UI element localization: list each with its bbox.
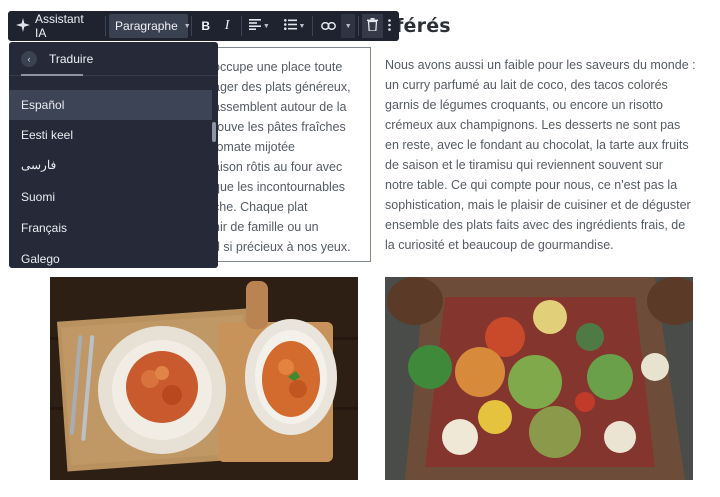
language-option-fa[interactable]: فارسی [9,150,212,180]
text-line: en reste, avec le fondant au chocolat, l… [385,138,689,152]
text-line: ensemble des plats faits avec des ingréd… [385,218,686,232]
text-line: Nous avons aussi un faible pour les save… [385,58,696,72]
italic-icon: I [224,18,230,33]
text-line: sophistication, mais le plaisir de cuisi… [385,198,691,212]
language-label: Galego [21,252,60,266]
delete-button[interactable] [361,14,384,38]
text-line: aison rôtis au four avec [213,160,343,174]
language-label: Español [21,98,65,112]
list-icon [283,19,297,33]
table-dishes-photo[interactable] [385,277,693,480]
text-line: crémeux aux champignons. Les desserts ne… [385,118,681,132]
chevron-left-icon: ‹ [27,53,31,64]
chevron-down-icon: ▼ [183,22,191,30]
text-line: d si précieux à nos yeux. [213,240,351,254]
text-line: nir de famille ou un [213,220,319,234]
left-text-block[interactable]: occupe une place toute ager des plats gé… [210,47,371,262]
scrolled-item-fragment [21,73,91,77]
align-icon [248,19,261,33]
language-option-es[interactable]: Español [9,90,212,120]
text-line: garnis de légumes croquants, ou encore u… [385,98,663,112]
italic-button[interactable]: I [216,14,237,38]
link-button[interactable] [316,14,341,38]
align-dropdown-button[interactable]: ▼ [245,14,274,38]
dropdown-scrollbar[interactable] [212,122,216,142]
text-formatting-toolbar: Assistant IA Paragraphe ▼ B I ▼ ▼ ▼ [8,11,399,41]
translate-language-menu: ‹ Traduire Español Eesti keel فارسی Suom… [9,42,218,268]
text-line: che. Chaque plat [213,200,308,214]
text-line: un curry parfumé au lait de coco, des ta… [385,78,668,92]
pasta-photo[interactable] [50,277,358,480]
language-label: Français [21,221,68,235]
text-line: rouve les pâtes fraîches [213,120,346,134]
dishes-illustration [385,277,693,480]
language-label: Eesti keel [21,128,74,142]
toolbar-divider [357,16,359,36]
text-line: ager des plats généreux, [213,80,351,94]
more-options-button[interactable] [383,14,395,38]
text-line: tomate mijotée [213,140,295,154]
link-icon [321,19,337,33]
text-line: assemblent autour de la [213,100,347,114]
language-option-fi[interactable]: Suomi [9,182,212,212]
language-option-fr[interactable]: Français [9,213,212,243]
pasta-illustration [50,277,358,480]
back-button[interactable]: ‹ [21,50,37,67]
bold-icon: B [201,19,211,33]
text-line: de saison et le tiramisu qui reviennent … [385,158,663,172]
ai-assistant-button[interactable]: Assistant IA [12,12,102,40]
language-label: فارسی [21,158,57,172]
toolbar-divider [240,16,242,36]
translate-menu-title: Traduire [49,51,94,66]
text-line: la curiosité et beaucoup de gourmandise. [385,238,614,252]
language-label: Suomi [21,190,56,204]
list-dropdown-button[interactable]: ▼ [280,14,309,38]
more-icon [387,18,391,34]
text-line: que les incontournables [213,180,346,194]
chevron-down-icon: ▼ [262,22,270,30]
toolbar-divider [312,16,314,36]
translate-menu-header: ‹ Traduire [9,42,218,76]
chevron-down-icon: ▼ [344,22,352,30]
paragraph-style-label: Paragraphe [115,19,178,33]
language-option-gl[interactable]: Galego [9,244,212,268]
toolbar-divider [191,16,193,36]
language-option-et[interactable]: Eesti keel [9,120,212,150]
paragraph-style-dropdown[interactable]: Paragraphe ▼ [109,14,191,38]
trash-icon [367,18,379,34]
chevron-down-icon: ▼ [298,22,306,30]
toolbar-divider [105,16,107,36]
text-line: notre table. Ce qui compte pour nous, ce… [385,178,678,192]
text-line: occupe une place toute [213,60,343,74]
ai-assistant-label: Assistant IA [35,12,84,40]
sparkle-icon [16,17,30,35]
more-formatting-dropdown[interactable]: ▼ [341,14,355,38]
bold-button[interactable]: B [195,14,216,38]
